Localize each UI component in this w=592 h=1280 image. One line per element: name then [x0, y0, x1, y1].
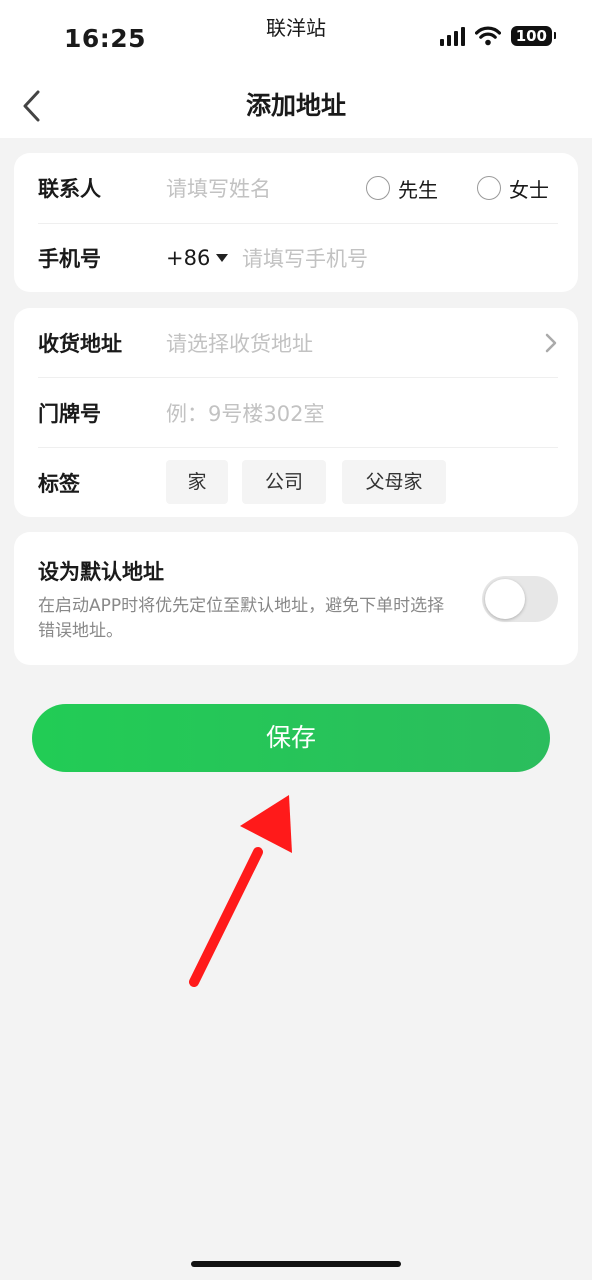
- default-address-title: 设为默认地址: [38, 560, 164, 584]
- name-input[interactable]: 请填写姓名: [166, 173, 271, 203]
- top-bar: 16:25 联洋站 100 添加地址: [0, 0, 592, 138]
- tag-row: 标签 家 公司 父母家: [14, 448, 578, 518]
- status-icons: 100: [439, 26, 557, 46]
- tag-label: 标签: [38, 472, 80, 496]
- home-indicator: [191, 1261, 401, 1267]
- country-code-selector[interactable]: +86: [166, 246, 229, 270]
- tag-home[interactable]: 家: [166, 460, 228, 504]
- default-address-card: 设为默认地址 在启动APP时将优先定位至默认地址，避免下单时选择错误地址。: [14, 532, 578, 665]
- gender-ms-radio[interactable]: 女士: [477, 174, 549, 203]
- gender-mr-label: 先生: [398, 177, 438, 202]
- name-row: 联系人 请填写姓名 先生 女士: [14, 153, 578, 223]
- address-card: 收货地址 请选择收货地址 门牌号 例：9号楼302室 标签 家 公司 父母家: [14, 308, 578, 517]
- address-row[interactable]: 收货地址 请选择收货地址: [14, 308, 578, 378]
- phone-input[interactable]: 请填写手机号: [242, 243, 368, 273]
- radio-circle-icon: [366, 176, 390, 200]
- cellular-signal-icon: [439, 26, 465, 46]
- country-code: +86: [166, 246, 211, 270]
- default-address-description: 在启动APP时将优先定位至默认地址，避免下单时选择错误地址。: [38, 596, 445, 641]
- contact-card: 联系人 请填写姓名 先生 女士 手机号 +86 请填写手机号: [14, 153, 578, 292]
- tag-company[interactable]: 公司: [242, 460, 326, 504]
- default-address-toggle[interactable]: [482, 576, 558, 622]
- save-button[interactable]: 保存: [32, 704, 550, 772]
- tag-parents-home[interactable]: 父母家: [342, 460, 446, 504]
- phone-label: 手机号: [38, 247, 101, 271]
- door-number-row: 门牌号 例：9号楼302室: [14, 378, 578, 448]
- gender-ms-label: 女士: [509, 177, 549, 202]
- door-number-input[interactable]: 例：9号楼302室: [166, 398, 324, 428]
- wifi-icon: [474, 26, 501, 46]
- battery-icon: 100: [510, 26, 557, 46]
- chevron-right-icon: [545, 333, 557, 353]
- page-title: 添加地址: [245, 91, 346, 120]
- address-input[interactable]: 请选择收货地址: [166, 328, 313, 358]
- address-label: 收货地址: [38, 332, 122, 356]
- phone-row: 手机号 +86 请填写手机号: [14, 223, 578, 293]
- toggle-knob: [485, 579, 525, 619]
- radio-circle-icon: [477, 176, 501, 200]
- caret-down-icon: [216, 254, 229, 262]
- door-number-label: 门牌号: [38, 402, 101, 426]
- name-label: 联系人: [38, 177, 101, 201]
- gender-mr-radio[interactable]: 先生: [366, 174, 438, 203]
